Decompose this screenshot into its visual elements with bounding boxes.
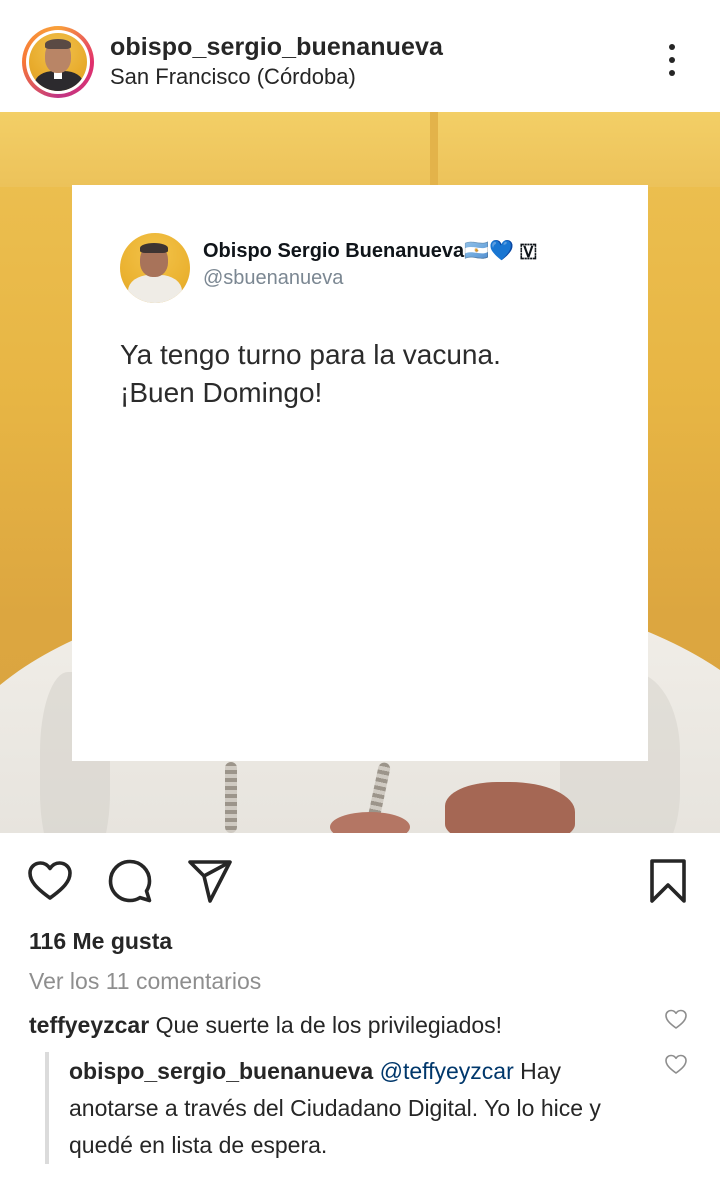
comment-username[interactable]: teffyeyzcar bbox=[29, 1012, 149, 1038]
tweet-text-line: Ya tengo turno para la vacuna. bbox=[120, 339, 501, 370]
share-icon[interactable] bbox=[186, 857, 234, 905]
post-username[interactable]: obispo_sergio_buenanueva bbox=[110, 33, 443, 62]
profile-avatar[interactable] bbox=[22, 26, 94, 98]
tweet-card: Obispo Sergio Buenanueva🇦🇷💙 🇻 @sbuenanue… bbox=[72, 185, 648, 761]
avatar-photo bbox=[29, 33, 87, 91]
reply-thread-line bbox=[45, 1052, 49, 1164]
post-header: obispo_sergio_buenanueva San Francisco (… bbox=[0, 0, 720, 112]
tweet-handle: @sbuenanueva bbox=[203, 267, 344, 289]
tweet-text-line: ¡Buen Domingo! bbox=[120, 377, 323, 408]
reply-mention[interactable]: @teffyeyzcar bbox=[380, 1058, 514, 1084]
view-comments-link[interactable]: Ver los 11 comentarios bbox=[29, 968, 261, 995]
reply-like-heart-icon[interactable] bbox=[664, 1052, 688, 1076]
bookmark-icon[interactable] bbox=[644, 857, 692, 905]
comment-icon[interactable] bbox=[106, 857, 154, 905]
post-location[interactable]: San Francisco (Córdoba) bbox=[110, 64, 356, 90]
action-bar bbox=[0, 833, 720, 923]
more-options-icon[interactable] bbox=[658, 40, 686, 80]
comment-like-heart-icon[interactable] bbox=[664, 1007, 688, 1031]
comment-text: Que suerte la de los privilegiados! bbox=[155, 1012, 503, 1038]
heart-icon[interactable] bbox=[26, 857, 74, 905]
tweet-avatar bbox=[120, 233, 190, 303]
likes-count[interactable]: 116 Me gusta bbox=[29, 928, 172, 955]
reply-item: obispo_sergio_buenanueva @teffyeyzcar Ha… bbox=[69, 1053, 649, 1164]
tweet-display-name: Obispo Sergio Buenanueva🇦🇷💙 🇻 bbox=[203, 240, 538, 262]
tweet-text: Ya tengo turno para la vacuna. ¡Buen Dom… bbox=[120, 336, 620, 412]
comment-item: teffyeyzcar Que suerte la de los privile… bbox=[29, 1010, 649, 1040]
reply-username[interactable]: obispo_sergio_buenanueva bbox=[69, 1058, 373, 1084]
post-image[interactable]: Obispo Sergio Buenanueva🇦🇷💙 🇻 @sbuenanue… bbox=[0, 112, 720, 833]
